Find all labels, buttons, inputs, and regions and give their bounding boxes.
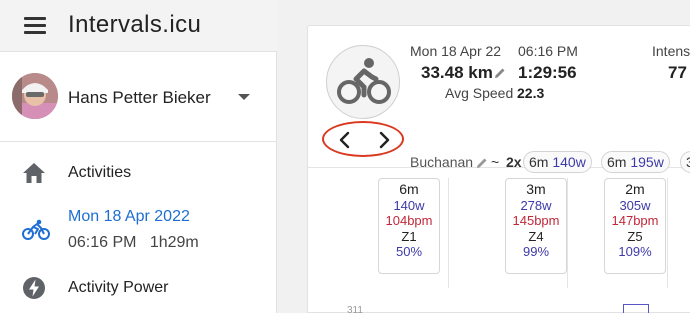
activity-header: Mon 18 Apr 22 06:16 PM 33.48 km 1:29:56 … (308, 26, 690, 173)
interval-chip[interactable]: 6m 195w (601, 151, 670, 173)
intensity-value: 77 (668, 63, 687, 82)
sidebar-item-label: Activity Power (68, 279, 169, 296)
avg-speed-value: 22.3 (517, 85, 545, 101)
intensity-label: Intens (652, 43, 690, 59)
interval-chip[interactable]: 3 (680, 151, 690, 173)
interval-chip[interactable]: 6m 140w (523, 151, 592, 173)
activity-duration: 1:29:56 (518, 63, 577, 82)
activity-type-badge (326, 45, 400, 119)
edit-distance-pencil-icon[interactable] (494, 66, 506, 84)
interval-heart-rate: 145bpm (512, 213, 560, 228)
grid-line (567, 178, 568, 288)
activity-distance: 33.48 km (421, 63, 493, 82)
interval-zone: Z5 (627, 228, 643, 244)
interval-percent: 109% (618, 244, 652, 259)
chevron-left-icon (339, 131, 350, 149)
interval-summary-card[interactable]: 2m 305w 147bpm Z5 109% (604, 178, 666, 274)
chip-watts: 195w (630, 154, 664, 170)
chip-duration: 3 (686, 154, 690, 170)
sidebar-item-activities[interactable]: Activities (0, 150, 277, 196)
interval-zone: Z1 (401, 228, 417, 244)
app-title: Intervals.icu (68, 11, 202, 38)
interval-watts: 278w (520, 197, 552, 213)
chip-duration: 6m (529, 154, 549, 170)
chevron-right-icon (379, 131, 390, 149)
bicycle-icon (337, 58, 391, 104)
repeat-count: 2x (506, 154, 522, 170)
user-name: Hans Petter Bieker (68, 88, 211, 107)
interval-heart-rate: 104bpm (385, 213, 433, 228)
interval-duration: 3m (526, 181, 546, 197)
avg-speed-label: Avg Speed (445, 85, 514, 101)
next-activity-button[interactable] (374, 130, 394, 150)
home-icon (22, 162, 46, 189)
activity-start-time: 06:16 PM (518, 43, 578, 59)
chip-watts: 140w (552, 154, 586, 170)
lightning-bolt-icon (22, 276, 46, 305)
interval-zone: Z4 (528, 228, 544, 244)
sidebar-item-activity-power[interactable]: Activity Power (0, 264, 277, 310)
previous-activity-button[interactable] (335, 130, 355, 150)
edit-name-pencil-icon[interactable] (476, 156, 488, 174)
avatar (12, 73, 58, 119)
interval-percent: 99% (522, 244, 550, 259)
caret-down-icon[interactable] (238, 94, 250, 100)
user-account-selector[interactable]: Hans Petter Bieker (0, 52, 277, 142)
bicycle-icon (22, 219, 50, 246)
interval-summary-card[interactable]: 6m 140w 104bpm Z1 50% (378, 178, 440, 274)
sidebar: Intervals.icu Hans Petter Bieker Activit… (0, 0, 277, 313)
sidebar-item-current-activity[interactable]: Mon 18 Apr 2022 06:16 PM 1h29m (0, 200, 277, 262)
interval-percent: 50% (395, 244, 423, 259)
grid-line (448, 178, 449, 288)
tilde-separator: ~ (491, 154, 500, 170)
sidebar-item-label: Activities (68, 164, 132, 181)
activity-date-link: Mon 18 Apr 2022 (68, 208, 190, 225)
interval-watts: 140w (393, 197, 425, 213)
interval-heart-rate: 147bpm (611, 213, 659, 228)
activity-time-duration: 06:16 PM 1h29m (68, 234, 199, 251)
chart-axis-tick-label: 311 (347, 305, 363, 313)
app-bar: Intervals.icu (0, 0, 277, 52)
chart-interval-marker (623, 304, 649, 313)
interval-duration: 6m (399, 181, 419, 197)
interval-duration: 2m (625, 181, 645, 197)
interval-summary-card[interactable]: 3m 278w 145bpm Z4 99% (505, 178, 567, 274)
activity-date: Mon 18 Apr 22 (410, 43, 502, 59)
grid-line (667, 178, 668, 288)
activity-name: Buchanan (410, 154, 474, 170)
hamburger-menu-icon[interactable] (24, 17, 46, 34)
interval-watts: 305w (619, 197, 651, 213)
chip-duration: 6m (607, 154, 627, 170)
